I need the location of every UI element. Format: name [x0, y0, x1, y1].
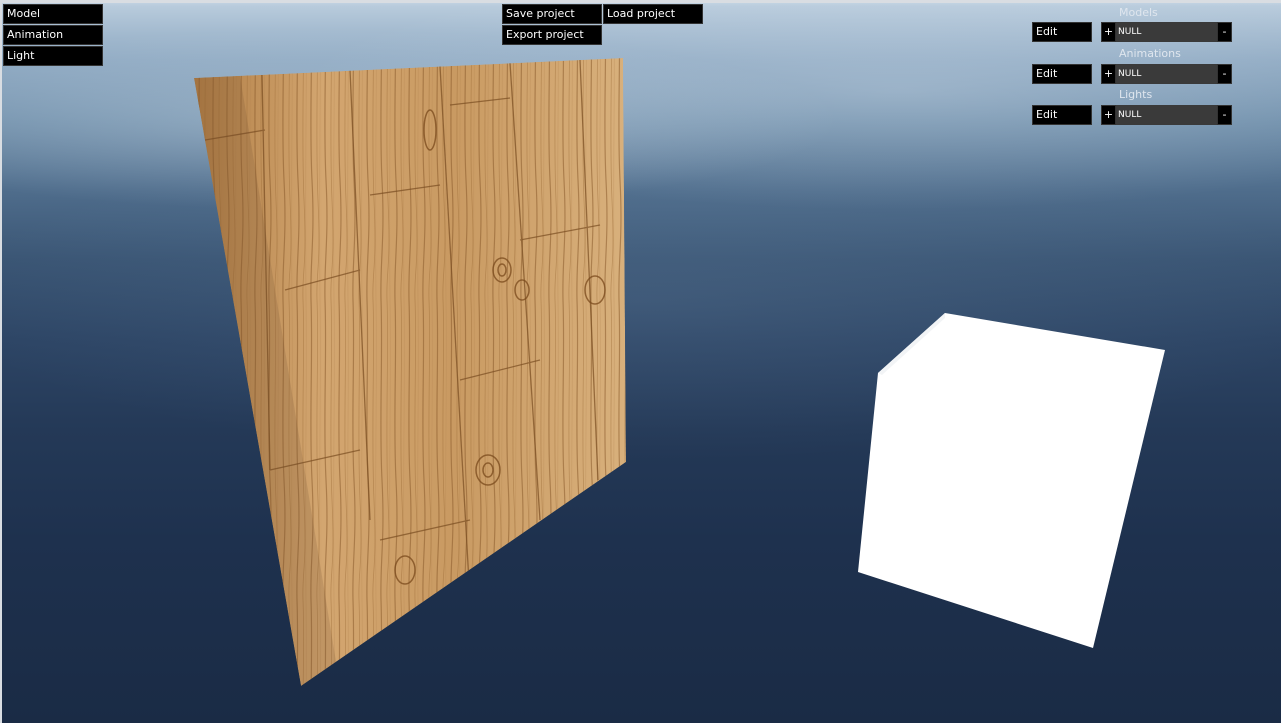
- models-remove-button[interactable]: -: [1217, 22, 1232, 42]
- models-edit-button[interactable]: Edit: [1032, 22, 1092, 42]
- export-project-button[interactable]: Export project: [502, 25, 602, 45]
- animations-selector: + NULL -: [1101, 64, 1232, 84]
- wood-plane: [194, 58, 626, 686]
- menu-model-button[interactable]: Model: [3, 4, 103, 24]
- load-project-button[interactable]: Load project: [603, 4, 703, 24]
- lights-remove-button[interactable]: -: [1217, 105, 1232, 125]
- models-add-button[interactable]: +: [1101, 22, 1116, 42]
- models-selected-value[interactable]: NULL: [1116, 22, 1217, 42]
- animations-edit-button[interactable]: Edit: [1032, 64, 1092, 84]
- lights-selector: + NULL -: [1101, 105, 1232, 125]
- menu-animation-button[interactable]: Animation: [3, 25, 103, 45]
- lights-section-title: Lights: [1119, 88, 1153, 101]
- animations-section-title: Animations: [1119, 47, 1181, 60]
- save-project-button[interactable]: Save project: [502, 4, 602, 24]
- models-section-title: Models: [1119, 6, 1158, 19]
- animations-selected-value[interactable]: NULL: [1116, 64, 1217, 84]
- lights-add-button[interactable]: +: [1101, 105, 1116, 125]
- animations-remove-button[interactable]: -: [1217, 64, 1232, 84]
- white-cube: [858, 313, 1165, 648]
- lights-edit-button[interactable]: Edit: [1032, 105, 1092, 125]
- lights-selected-value[interactable]: NULL: [1116, 105, 1217, 125]
- animations-add-button[interactable]: +: [1101, 64, 1116, 84]
- menu-light-button[interactable]: Light: [3, 46, 103, 66]
- models-selector: + NULL -: [1101, 22, 1232, 42]
